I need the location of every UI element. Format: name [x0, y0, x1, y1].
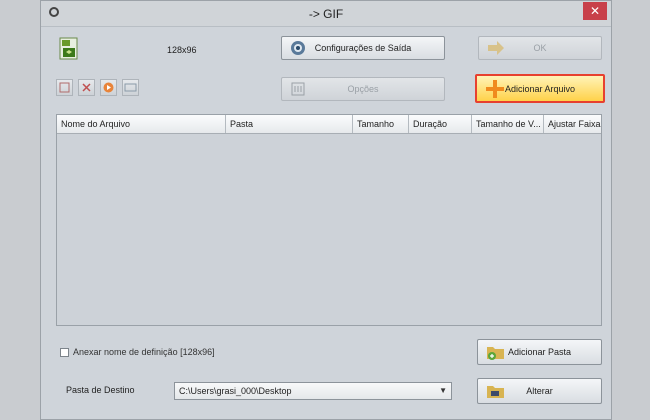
- remove-icon: [59, 82, 70, 93]
- file-list-header: Nome do Arquivo Pasta Tamanho Duração Ta…: [57, 115, 601, 134]
- file-list[interactable]: Nome do Arquivo Pasta Tamanho Duração Ta…: [56, 114, 602, 326]
- append-name-checkbox[interactable]: [60, 347, 69, 357]
- converter-window: -> GIF ✕ 128x96 Configurações de Saída O…: [40, 0, 612, 420]
- background-right: [612, 0, 650, 420]
- output-settings-label: Configurações de Saída: [314, 43, 412, 53]
- settings-gear-icon: [291, 41, 305, 55]
- append-name-label: Anexar nome de definição [128x96]: [73, 347, 215, 357]
- remove-button[interactable]: [56, 79, 73, 96]
- title-bar[interactable]: -> GIF ✕: [41, 1, 611, 27]
- options-button[interactable]: Opções: [281, 77, 445, 101]
- add-folder-label: Adicionar Pasta: [507, 347, 572, 357]
- column-size[interactable]: Tamanho: [353, 115, 409, 133]
- add-folder-button[interactable]: Adicionar Pasta: [477, 339, 602, 365]
- add-file-button[interactable]: Adicionar Arquivo: [475, 74, 605, 103]
- column-video-size[interactable]: Tamanho de V...: [472, 115, 544, 133]
- play-button[interactable]: [100, 79, 117, 96]
- chevron-down-icon: ▼: [439, 386, 447, 395]
- options-label: Opções: [347, 84, 379, 94]
- media-info-icon: [124, 83, 137, 92]
- destination-dropdown[interactable]: C:\Users\grasi_000\Desktop ▼: [174, 382, 452, 400]
- background-left: [0, 0, 40, 420]
- ok-label: OK: [533, 43, 547, 53]
- ok-button[interactable]: OK: [478, 36, 602, 60]
- destination-label: Pasta de Destino: [66, 385, 135, 395]
- column-folder[interactable]: Pasta: [226, 115, 353, 133]
- gif-file-icon: [59, 37, 78, 60]
- delete-icon: [82, 83, 91, 92]
- change-label: Alterar: [526, 386, 553, 396]
- options-icon: [291, 82, 305, 96]
- append-name-option[interactable]: Anexar nome de definição [128x96]: [60, 347, 215, 357]
- play-icon: [103, 82, 114, 93]
- add-folder-icon: [487, 347, 504, 360]
- info-button[interactable]: [122, 79, 139, 96]
- add-plus-icon: [486, 79, 504, 98]
- close-button[interactable]: ✕: [583, 2, 607, 20]
- folder-open-icon: [487, 386, 504, 398]
- column-adjust-range[interactable]: Ajustar Faixa: [544, 115, 601, 133]
- change-button[interactable]: Alterar: [477, 378, 602, 404]
- column-file-name[interactable]: Nome do Arquivo: [57, 115, 226, 133]
- destination-value: C:\Users\grasi_000\Desktop: [179, 386, 292, 396]
- column-duration[interactable]: Duração: [409, 115, 472, 133]
- arrow-right-icon: [488, 41, 504, 55]
- window-title: -> GIF: [308, 7, 344, 21]
- clear-button[interactable]: [78, 79, 95, 96]
- add-file-label: Adicionar Arquivo: [504, 83, 576, 94]
- output-settings-button[interactable]: Configurações de Saída: [281, 36, 445, 60]
- resolution-label: 128x96: [167, 45, 197, 55]
